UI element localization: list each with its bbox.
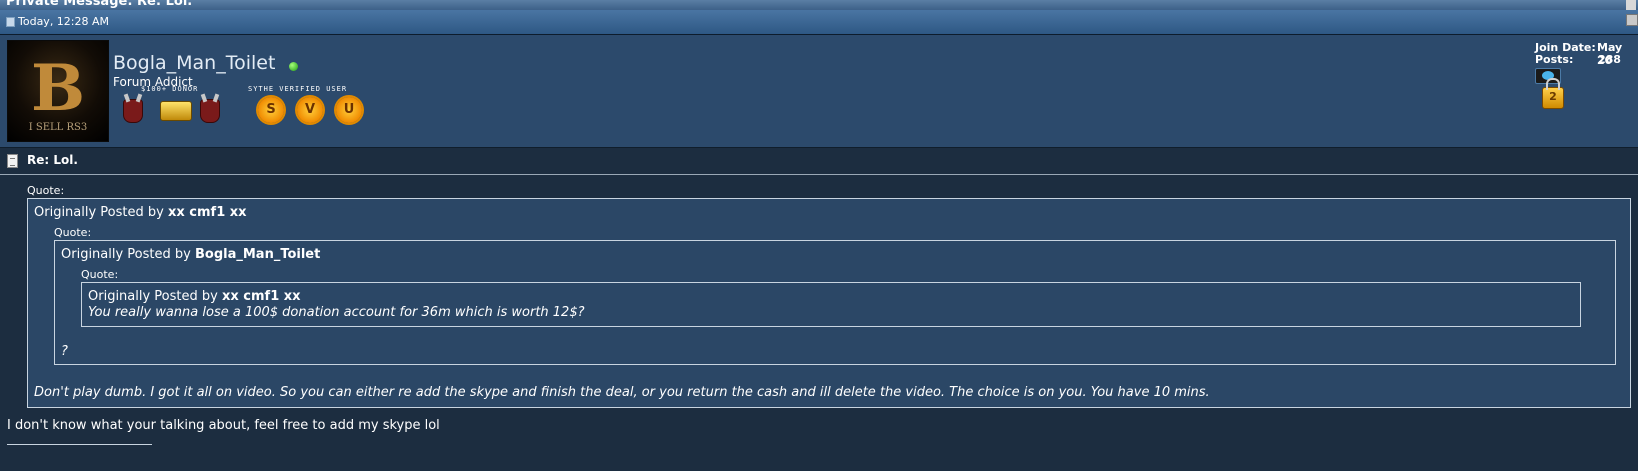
signature-divider (7, 444, 152, 445)
quote-label: Quote: (27, 184, 65, 197)
quote-inner: Originally Posted by xx cmf1 xx You real… (81, 282, 1581, 327)
verified-badge-s-icon: S (258, 97, 284, 123)
quote-label-2: Quote: (54, 226, 92, 239)
quote-inner-header: Originally Posted by xx cmf1 xx (88, 289, 301, 304)
gold-bars-icon (160, 101, 192, 121)
online-status-icon (289, 62, 298, 71)
verified-badge-label: SYTHE VERIFIED USER (248, 85, 348, 93)
donor-badge-label: $100+ DONOR (141, 85, 199, 93)
post-icon (6, 17, 15, 27)
verified-badge-u-icon: U (336, 97, 362, 123)
quote-inner-text: You really wanna lose a 100$ donation ac… (88, 305, 585, 320)
post-body: Re: Lol. Quote: Originally Posted by xx … (0, 148, 1638, 471)
quote-label-3: Quote: (81, 268, 119, 281)
avatar-caption: I SELL RS3 (28, 122, 88, 133)
avatar-letter: B (30, 51, 86, 126)
username-link[interactable]: Bogla_Man_Toilet (113, 52, 275, 74)
lock-icon (1542, 78, 1564, 109)
donor-horns-icon-2 (200, 99, 220, 123)
user-info-panel: B I SELL RS3 Bogla_Man_Toilet Forum Addi… (0, 35, 1638, 148)
quote-outer: Originally Posted by xx cmf1 xx Quote: O… (27, 198, 1631, 408)
quote-inner-author[interactable]: xx cmf1 xx (222, 289, 301, 304)
post-date: Today, 12:28 AM (18, 15, 110, 28)
document-icon (7, 154, 18, 168)
posts-label: Posts: (1535, 53, 1574, 66)
posts-value: 288 (1598, 53, 1621, 66)
window-title: Private Message: Re: Lol. (6, 0, 193, 9)
report-icon[interactable] (1626, 14, 1638, 26)
originally-posted-by-text: Originally Posted by (34, 205, 164, 220)
quote-middle: Originally Posted by Bogla_Man_Toilet Qu… (54, 240, 1616, 365)
quote-middle-author[interactable]: Bogla_Man_Toilet (195, 247, 320, 262)
originally-posted-by-text-2: Originally Posted by (61, 247, 191, 262)
quote-outer-header: Originally Posted by xx cmf1 xx (34, 205, 247, 220)
post-date-bar: Today, 12:28 AM (0, 10, 1638, 35)
window-title-bar: Private Message: Re: Lol. (0, 0, 1638, 10)
donor-horns-icon (123, 99, 143, 123)
originally-posted-by-text-3: Originally Posted by (88, 289, 218, 304)
quote-middle-text: ? (61, 344, 68, 359)
post-title: Re: Lol. (27, 153, 78, 167)
quote-middle-header: Originally Posted by Bogla_Man_Toilet (61, 247, 320, 262)
quote-outer-author[interactable]: xx cmf1 xx (168, 205, 247, 220)
verified-badge-v-icon: V (297, 97, 323, 123)
avatar[interactable]: B I SELL RS3 (7, 40, 109, 142)
reply-text: I don't know what your talking about, fe… (7, 418, 440, 433)
edit-icon[interactable] (1626, 0, 1636, 10)
quote-outer-text: Don't play dumb. I got it all on video. … (34, 385, 1210, 400)
post-title-row: Re: Lol. (0, 148, 1638, 175)
